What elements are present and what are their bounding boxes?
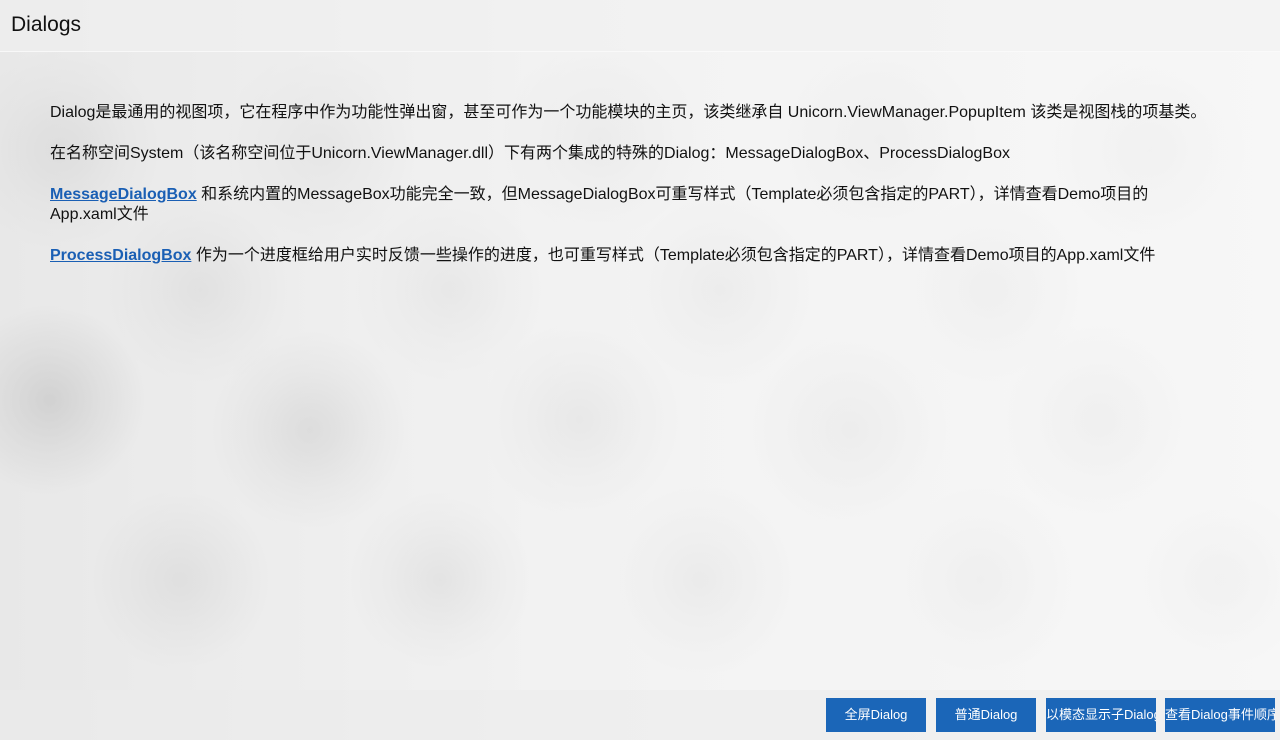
fullscreen-dialog-button[interactable]: 全屏Dialog — [826, 698, 926, 732]
intro-paragraph: Dialog是最通用的视图项，它在程序中作为功能性弹出窗，甚至可作为一个功能模块… — [50, 104, 1207, 121]
message-dialog-description: 和系统内置的MessageBox功能完全一致，但MessageDialogBox… — [50, 186, 1149, 223]
message-dialog-box-link[interactable]: MessageDialogBox — [50, 186, 197, 203]
namespace-paragraph: 在名称空间System（该名称空间位于Unicorn.ViewManager.d… — [50, 145, 1010, 162]
title-bar: Dialogs — [0, 0, 1280, 52]
process-dialog-box-link[interactable]: ProcessDialogBox — [50, 247, 191, 264]
process-dialog-paragraph: ProcessDialogBox 作为一个进度框给用户实时反馈一些操作的进度，也… — [50, 246, 1210, 266]
normal-dialog-button[interactable]: 普通Dialog — [936, 698, 1036, 732]
dialog-event-order-button[interactable]: 查看Dialog事件顺序 — [1165, 698, 1275, 732]
process-dialog-description: 作为一个进度框给用户实时反馈一些操作的进度，也可重写样式（Template必须包… — [191, 247, 1156, 264]
modal-child-dialog-button[interactable]: 以模态显示子Dialog — [1046, 698, 1156, 732]
description-panel: Dialog是最通用的视图项，它在程序中作为功能性弹出窗，甚至可作为一个功能模块… — [50, 103, 1210, 287]
page-title: Dialogs — [11, 13, 82, 36]
message-dialog-paragraph: MessageDialogBox 和系统内置的MessageBox功能完全一致，… — [50, 185, 1210, 225]
